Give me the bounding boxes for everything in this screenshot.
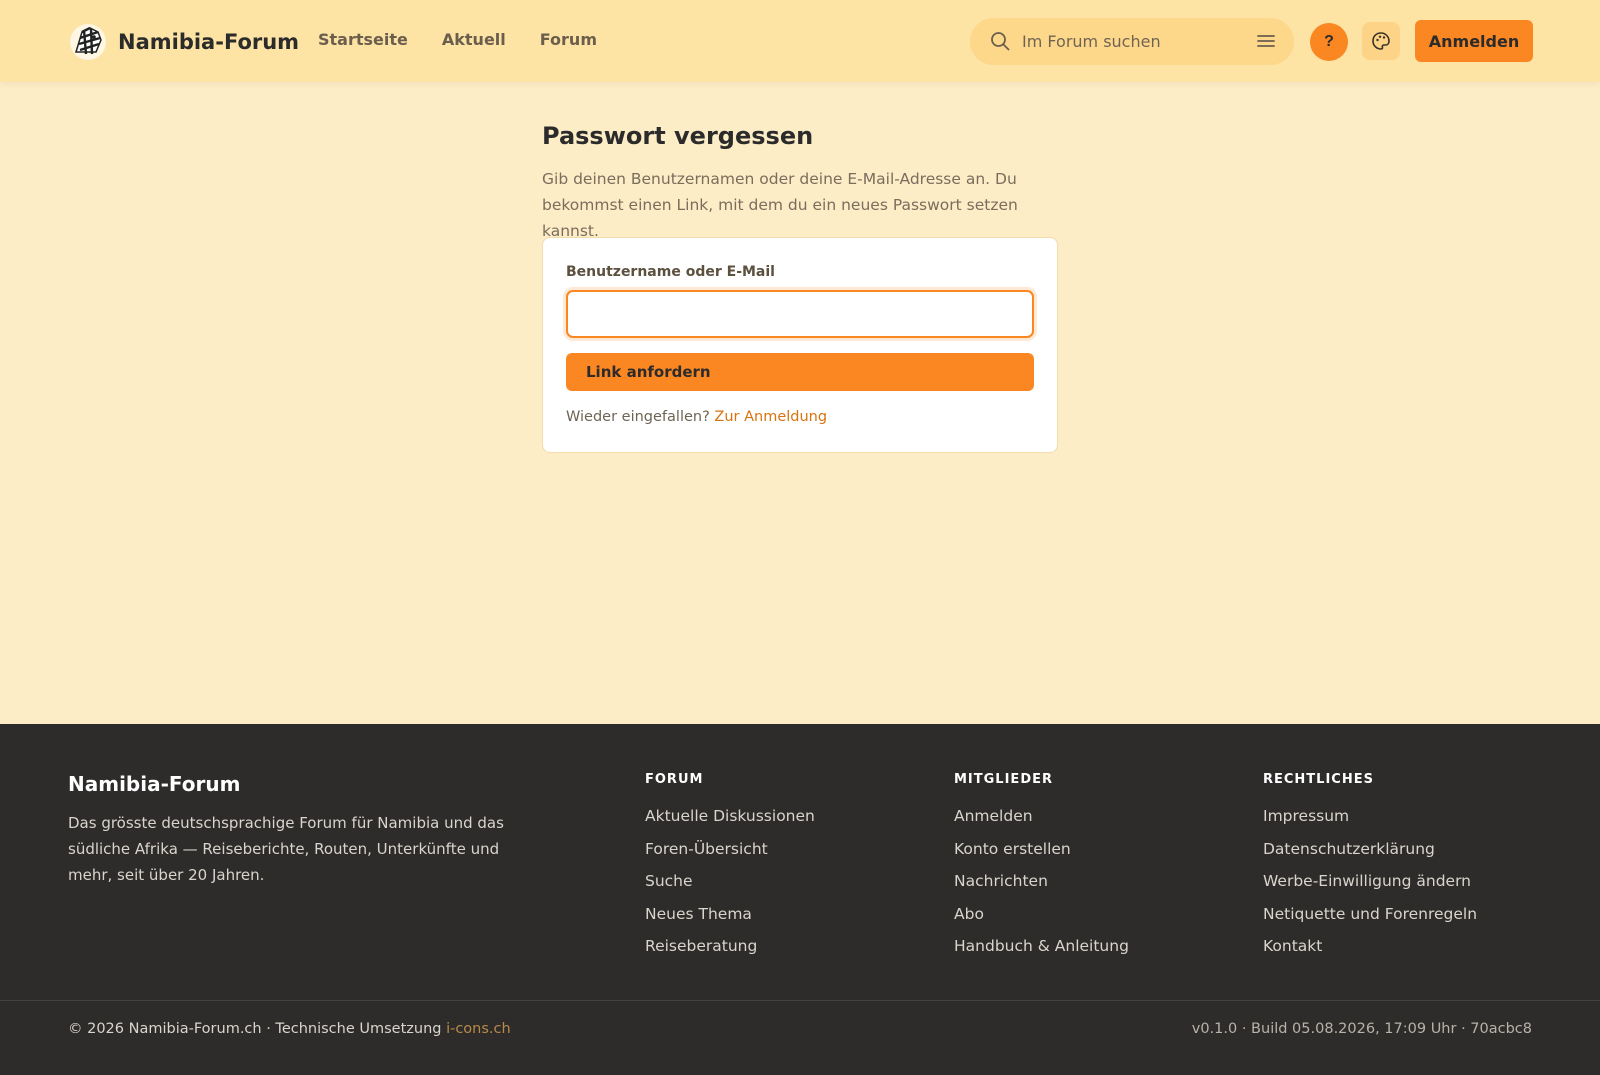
footer-link[interactable]: Suche (645, 872, 815, 905)
footer-link[interactable]: Datenschutzerklärung (1263, 840, 1477, 873)
reset-form-card: Benutzername oder E-Mail Link anfordern … (542, 237, 1058, 453)
search-bar (970, 18, 1294, 65)
footer-divider (0, 1000, 1600, 1001)
footer-copyright: © 2026 Namibia-Forum.ch · Technische Ums… (68, 1021, 511, 1037)
back-to-login-link[interactable]: Zur Anmeldung (714, 409, 827, 425)
footer-link[interactable]: Handbuch & Anleitung (954, 937, 1129, 970)
site-footer: Namibia-Forum Das grösste deutschsprachi… (0, 724, 1600, 1075)
footer-link[interactable]: Neues Thema (645, 905, 815, 938)
nav-forum[interactable]: Forum (540, 30, 597, 49)
build-info: v0.1.0 · Build 05.08.2026, 17:09 Uhr · 7… (1191, 1021, 1532, 1037)
footer-col-rechtliches: RECHTLICHES Impressum Datenschutzerkläru… (1263, 772, 1477, 970)
nav-startseite[interactable]: Startseite (318, 30, 408, 49)
username-label: Benutzername oder E-Mail (566, 264, 775, 280)
footer-col-title: FORUM (645, 772, 704, 787)
search-input[interactable] (1022, 26, 1242, 56)
copyright-text: © 2026 Namibia-Forum.ch · Technische Ums… (68, 1021, 442, 1037)
footer-link[interactable]: Nachrichten (954, 872, 1129, 905)
zebra-logo-icon (70, 24, 106, 60)
footer-link[interactable]: Konto erstellen (954, 840, 1129, 873)
filter-lines-icon[interactable] (1257, 33, 1275, 49)
footer-link[interactable]: Abo (954, 905, 1129, 938)
footer-link[interactable]: Anmelden (954, 807, 1129, 840)
help-icon: ? (1324, 33, 1334, 50)
page-title: Passwort vergessen (542, 122, 814, 150)
request-link-button[interactable]: Link anfordern (566, 353, 1034, 391)
footer-link[interactable]: Impressum (1263, 807, 1477, 840)
theme-button[interactable] (1362, 22, 1400, 60)
footer-link[interactable]: Reiseberatung (645, 937, 815, 970)
footer-brand: Namibia-Forum (68, 772, 241, 796)
site-brand: Namibia-Forum (118, 30, 300, 54)
footer-col-title: MITGLIEDER (954, 772, 1053, 787)
footer-col-forum: FORUM Aktuelle Diskussionen Foren-Übersi… (645, 772, 815, 970)
footer-col-mitglieder: MITGLIEDER Anmelden Konto erstellen Nach… (954, 772, 1129, 970)
help-button[interactable]: ? (1310, 23, 1348, 61)
footer-link[interactable]: Werbe-Einwilligung ändern (1263, 872, 1477, 905)
footer-link[interactable]: Netiquette und Forenregeln (1263, 905, 1477, 938)
credit-link[interactable]: i-cons.ch (446, 1021, 511, 1037)
login-button[interactable]: Anmelden (1415, 20, 1533, 62)
site-header: Namibia-Forum Startseite Aktuell Forum ?… (0, 0, 1600, 82)
footer-description: Das grösste deutschsprachige Forum für N… (68, 814, 504, 884)
footer-link[interactable]: Foren-Übersicht (645, 840, 815, 873)
search-icon (991, 32, 1010, 51)
footer-link[interactable]: Aktuelle Diskussionen (645, 807, 815, 840)
page-intro: Gib deinen Benutzernamen oder deine E-Ma… (542, 170, 1018, 240)
footer-link[interactable]: Kontakt (1263, 937, 1477, 970)
footer-col-title: RECHTLICHES (1263, 772, 1374, 787)
main-nav: Startseite Aktuell Forum (318, 30, 597, 49)
back-text: Wieder eingefallen? (566, 409, 710, 425)
palette-icon (1372, 32, 1390, 50)
back-to-login-row: Wieder eingefallen? Zur Anmeldung (566, 409, 827, 425)
site-logo[interactable]: Namibia-Forum (68, 22, 299, 62)
nav-aktuell[interactable]: Aktuell (442, 30, 506, 49)
username-email-input[interactable] (566, 290, 1034, 338)
